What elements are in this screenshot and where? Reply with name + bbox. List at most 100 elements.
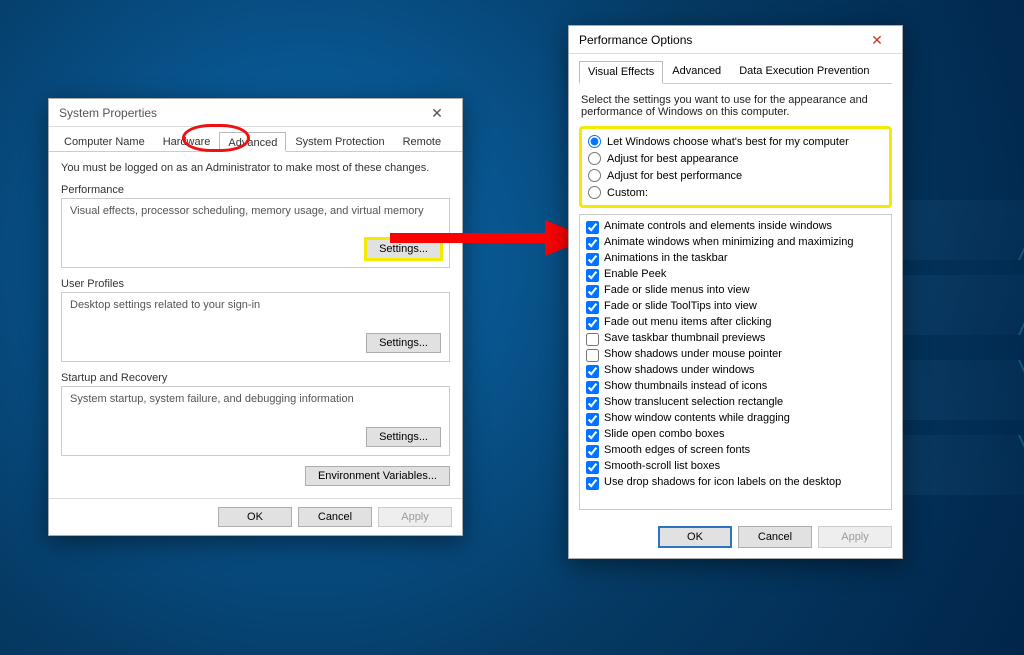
perfopts-option-14[interactable]: Smooth edges of screen fonts — [586, 443, 887, 459]
radio-input[interactable] — [588, 152, 601, 165]
perfopts-option-8[interactable]: Show shadows under mouse pointer — [586, 347, 887, 363]
checkbox-input[interactable] — [586, 397, 599, 410]
sysprops-ok-button[interactable]: OK — [218, 507, 292, 527]
checkbox-input[interactable] — [586, 429, 599, 442]
perfopts-apply-button: Apply — [818, 526, 892, 548]
checkbox-input[interactable] — [586, 477, 599, 490]
group-user-profiles: User Profiles Desktop settings related t… — [61, 278, 450, 362]
close-icon[interactable]: ✕ — [858, 26, 896, 54]
perfopts-radio-3[interactable]: Custom: — [588, 184, 883, 201]
checkbox-input[interactable] — [586, 317, 599, 330]
perfopts-option-7[interactable]: Save taskbar thumbnail previews — [586, 331, 887, 347]
perfopts-instruction: Select the settings you want to use for … — [581, 94, 890, 118]
perfopts-option-5[interactable]: Fade or slide ToolTips into view — [586, 299, 887, 315]
sysprops-body: You must be logged on as an Administrato… — [49, 152, 462, 498]
tab-dep[interactable]: Data Execution Prevention — [730, 60, 878, 83]
perfopts-option-3[interactable]: Enable Peek — [586, 267, 887, 283]
checkbox-label: Use drop shadows for icon labels on the … — [604, 476, 841, 488]
perfopts-body: Visual Effects Advanced Data Execution P… — [569, 54, 902, 516]
checkbox-label: Smooth edges of screen fonts — [604, 444, 750, 456]
perfopts-titlebar[interactable]: Performance Options ✕ — [569, 26, 902, 54]
sysprops-cancel-button[interactable]: Cancel — [298, 507, 372, 527]
perfopts-option-15[interactable]: Smooth-scroll list boxes — [586, 459, 887, 475]
checkbox-label: Animate controls and elements inside win… — [604, 220, 832, 232]
perfopts-radio-1[interactable]: Adjust for best appearance — [588, 150, 883, 167]
checkbox-label: Animate windows when minimizing and maxi… — [604, 236, 853, 248]
group-performance-label: Performance — [61, 184, 450, 196]
perfopts-ok-button[interactable]: OK — [658, 526, 732, 548]
perfopts-option-9[interactable]: Show shadows under windows — [586, 363, 887, 379]
checkbox-input[interactable] — [586, 221, 599, 234]
checkbox-input[interactable] — [586, 269, 599, 282]
user-profiles-settings-button[interactable]: Settings... — [366, 333, 441, 353]
performance-options-dialog: Performance Options ✕ Visual Effects Adv… — [568, 25, 903, 559]
radio-input[interactable] — [588, 135, 601, 148]
checkbox-input[interactable] — [586, 413, 599, 426]
perfopts-option-13[interactable]: Slide open combo boxes — [586, 427, 887, 443]
tab-advanced[interactable]: Advanced — [219, 132, 286, 152]
perfopts-option-1[interactable]: Animate windows when minimizing and maxi… — [586, 235, 887, 251]
perfopts-option-0[interactable]: Animate controls and elements inside win… — [586, 219, 887, 235]
tab-visual-effects[interactable]: Visual Effects — [579, 61, 663, 84]
checkbox-label: Slide open combo boxes — [604, 428, 724, 440]
admin-note: You must be logged on as an Administrato… — [61, 162, 450, 174]
perfopts-option-11[interactable]: Show translucent selection rectangle — [586, 395, 887, 411]
group-user-profiles-label: User Profiles — [61, 278, 450, 290]
checkbox-label: Animations in the taskbar — [604, 252, 728, 264]
tab-computer-name[interactable]: Computer Name — [55, 131, 154, 151]
group-performance-desc: Visual effects, processor scheduling, me… — [70, 205, 441, 217]
checkbox-input[interactable] — [586, 381, 599, 394]
checkbox-label: Smooth-scroll list boxes — [604, 460, 720, 472]
checkbox-input[interactable] — [586, 333, 599, 346]
checkbox-label: Show shadows under mouse pointer — [604, 348, 782, 360]
radio-input[interactable] — [588, 169, 601, 182]
perfopts-option-12[interactable]: Show window contents while dragging — [586, 411, 887, 427]
checkbox-label: Show thumbnails instead of icons — [604, 380, 767, 392]
checkbox-input[interactable] — [586, 237, 599, 250]
checkbox-label: Save taskbar thumbnail previews — [604, 332, 765, 344]
checkbox-label: Fade or slide ToolTips into view — [604, 300, 757, 312]
perfopts-option-16[interactable]: Use drop shadows for icon labels on the … — [586, 475, 887, 491]
checkbox-input[interactable] — [586, 365, 599, 378]
system-properties-dialog: System Properties ✕ Computer Name Hardwa… — [48, 98, 463, 536]
sysprops-titlebar[interactable]: System Properties ✕ — [49, 99, 462, 127]
group-startup-recovery: Startup and Recovery System startup, sys… — [61, 372, 450, 456]
group-startup-recovery-desc: System startup, system failure, and debu… — [70, 393, 441, 405]
tab-advanced[interactable]: Advanced — [663, 60, 730, 83]
checkbox-input[interactable] — [586, 285, 599, 298]
perfopts-radio-0[interactable]: Let Windows choose what's best for my co… — [588, 133, 883, 150]
perfopts-option-2[interactable]: Animations in the taskbar — [586, 251, 887, 267]
checkbox-input[interactable] — [586, 445, 599, 458]
performance-settings-button[interactable]: Settings... — [366, 239, 441, 259]
radio-label: Adjust for best appearance — [607, 153, 738, 165]
group-performance: Performance Visual effects, processor sc… — [61, 184, 450, 268]
group-user-profiles-desc: Desktop settings related to your sign-in — [70, 299, 441, 311]
checkbox-label: Show window contents while dragging — [604, 412, 790, 424]
perfopts-option-10[interactable]: Show thumbnails instead of icons — [586, 379, 887, 395]
perfopts-footer: OK Cancel Apply — [569, 516, 902, 558]
checkbox-label: Show shadows under windows — [604, 364, 754, 376]
tab-system-protection[interactable]: System Protection — [286, 131, 393, 151]
close-icon[interactable]: ✕ — [418, 99, 456, 127]
startup-recovery-settings-button[interactable]: Settings... — [366, 427, 441, 447]
environment-variables-button[interactable]: Environment Variables... — [305, 466, 450, 486]
perfopts-radio-2[interactable]: Adjust for best performance — [588, 167, 883, 184]
perfopts-option-4[interactable]: Fade or slide menus into view — [586, 283, 887, 299]
radio-label: Let Windows choose what's best for my co… — [607, 136, 849, 148]
checkbox-input[interactable] — [586, 301, 599, 314]
checkbox-label: Fade out menu items after clicking — [604, 316, 772, 328]
checkbox-label: Show translucent selection rectangle — [604, 396, 783, 408]
perfopts-checkbox-list[interactable]: Animate controls and elements inside win… — [579, 214, 892, 510]
checkbox-input[interactable] — [586, 349, 599, 362]
checkbox-input[interactable] — [586, 253, 599, 266]
tab-hardware[interactable]: Hardware — [154, 131, 220, 151]
group-startup-recovery-box: System startup, system failure, and debu… — [61, 386, 450, 456]
tab-remote[interactable]: Remote — [394, 131, 451, 151]
sysprops-tabstrip: Computer Name Hardware Advanced System P… — [49, 127, 462, 152]
group-performance-box: Visual effects, processor scheduling, me… — [61, 198, 450, 268]
perfopts-option-6[interactable]: Fade out menu items after clicking — [586, 315, 887, 331]
checkbox-input[interactable] — [586, 461, 599, 474]
radio-input[interactable] — [588, 186, 601, 199]
sysprops-footer: OK Cancel Apply — [49, 498, 462, 535]
perfopts-cancel-button[interactable]: Cancel — [738, 526, 812, 548]
